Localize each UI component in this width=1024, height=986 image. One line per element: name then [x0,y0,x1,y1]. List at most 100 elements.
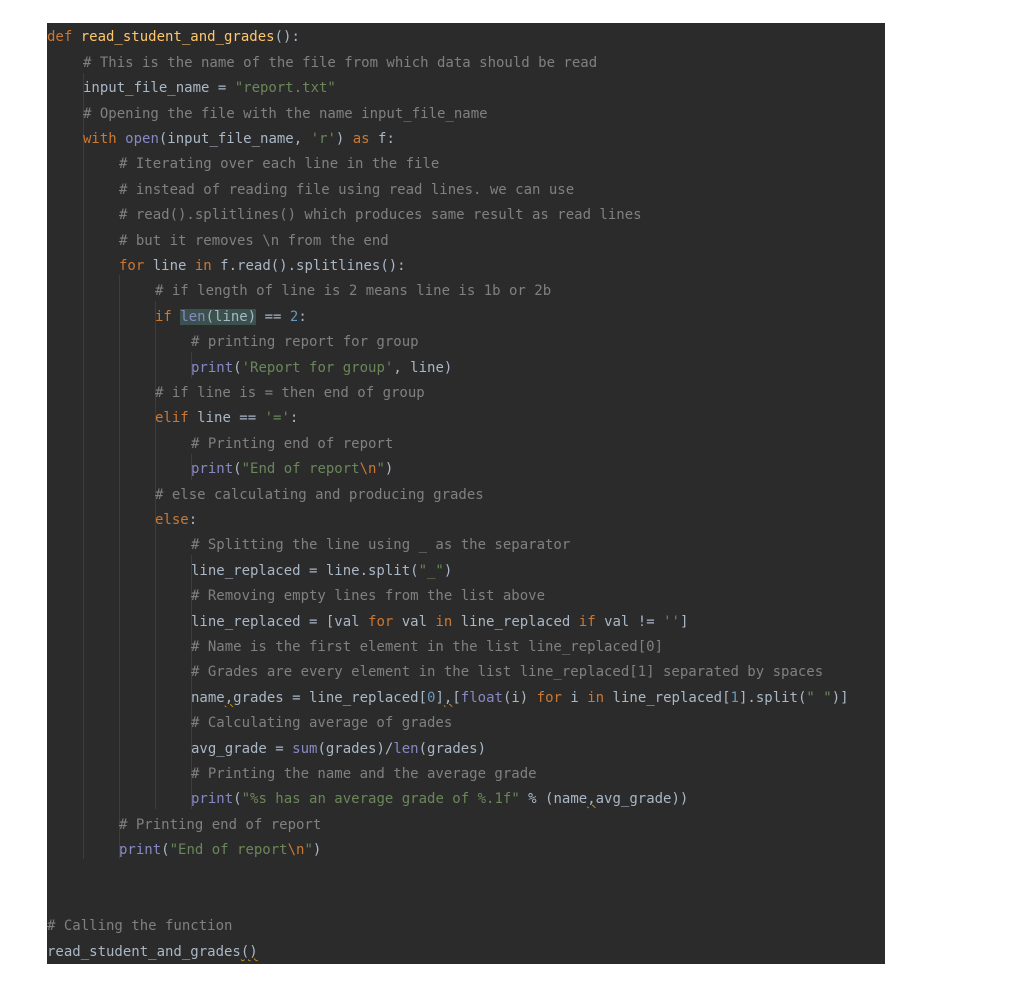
code-token: len [393,741,419,757]
code-token: # This is the name of the file from whic… [83,55,598,71]
indent-guide [119,275,120,859]
code-line: elif line == '=': [155,408,298,428]
code-line: # read().splitlines() which produces sam… [119,205,642,225]
code-line: # else calculating and producing grades [155,485,484,505]
code-line: # instead of reading file using read lin… [119,180,574,200]
code-token: # Printing the name and the average grad… [191,766,537,782]
code-token: [ [452,690,461,706]
code-token: # Iterating over each line in the file [119,156,440,172]
indent-guide [155,301,156,809]
code-token: " [376,461,385,477]
code-token: # Calling the function [47,918,233,934]
code-token: ( [161,842,170,858]
code-token: i [570,690,588,706]
code-token: ) [443,563,453,579]
code-token: : [298,309,307,325]
code-line: # Grades are every element in the list l… [191,662,823,682]
code-token: # else calculating and producing grades [155,487,484,503]
code-token: ( [233,461,242,477]
code-token: line == [197,410,265,426]
code-token: \n [359,461,377,477]
code-token: ( [233,791,242,807]
code-token: (input_file_name, [158,131,311,147]
code-token: \n [287,842,305,858]
code-line: # if length of line is 2 means line is 1… [155,281,551,301]
code-token: "_" [418,563,444,579]
code-token: print [191,791,234,807]
code-line: input_file_name = "report.txt" [83,78,336,98]
code-token: f: [378,131,395,147]
code-token: f.read().splitlines(): [220,258,406,274]
code-token: for [368,614,402,630]
code-token: # printing report for group [191,334,419,350]
code-token: val != [604,614,664,630]
code-line: # Opening the file with the name input_f… [83,104,488,124]
code-token: line_replaced = [val [191,614,369,630]
code-token: "End of report [169,842,288,858]
code-token: elif [155,410,198,426]
code-token: "%s has an average grade of %.1f" [241,791,520,807]
code-token: # Opening the file with the name input_f… [83,106,488,122]
code-token: # Calculating average of grades [191,715,453,731]
code-editor[interactable]: def read_student_and_grades(): # This is … [47,23,885,964]
code-token: 1 [730,690,739,706]
code-token: , line) [393,360,453,376]
code-token: (grades) [418,741,487,757]
code-line: # Iterating over each line in the file [119,154,439,174]
code-token: )] [831,690,849,706]
code-token: "report.txt" [234,80,336,96]
code-token: line_replaced = line.split( [191,563,419,579]
code-token: # read().splitlines() which produces sam… [119,207,642,223]
code-token: print [191,360,234,376]
code-token: '=' [264,410,290,426]
code-token: : [188,512,198,528]
code-line: # Calculating average of grades [191,713,452,733]
code-token: ) [312,842,322,858]
code-token: , [224,690,234,706]
code-token: " " [806,690,832,706]
code-token: ) [384,461,394,477]
code-token: (i) [502,690,537,706]
code-token: # but it removes \n from the end [119,233,389,249]
code-token: # Printing end of report [191,436,394,452]
code-token: else [155,512,189,528]
code-line: # Splitting the line using _ as the sepa… [191,535,570,555]
code-token: for [536,690,571,706]
code-token: for [119,258,153,274]
code-token: input_file_name = [83,80,235,96]
code-token: ] [435,690,444,706]
code-line: line_replaced = line.split("_") [191,561,452,581]
code-line: for line in f.read().splitlines(): [119,256,406,276]
code-token: if [578,614,605,630]
code-token: ] [679,614,689,630]
code-token: ( [233,360,242,376]
code-token: len [180,309,206,325]
code-token: , [587,791,596,807]
code-token: print [119,842,162,858]
code-token: with [83,131,126,147]
code-token: ].split( [738,690,807,706]
code-token: sum [292,741,318,757]
code-token: == [256,309,290,325]
code-token: # Grades are every element in the list l… [191,664,824,680]
code-token: float [460,690,503,706]
code-token: # instead of reading file using read lin… [119,182,575,198]
code-line: else: [155,510,197,530]
code-line: # Printing the name and the average grad… [191,764,537,784]
code-token: val [401,614,436,630]
code-token: open [125,131,159,147]
code-token: print [191,461,234,477]
code-token: (grades)/ [317,741,394,757]
code-line: if len(line) == 2: [155,307,307,327]
indent-guide [83,73,84,859]
code-token: "End of report [241,461,360,477]
code-line: name,grades = line_replaced[0],[float(i)… [191,688,849,708]
code-token: : [289,410,299,426]
code-token: grades = line_replaced[ [233,690,428,706]
code-line: # Name is the first element in the list … [191,637,663,657]
code-token: # Removing empty lines from the list abo… [191,588,546,604]
code-line: print('Report for group', line) [191,358,452,378]
code-token: as [352,131,379,147]
code-token: # Splitting the line using _ as the sepa… [191,537,571,553]
code-token: () [240,944,258,960]
